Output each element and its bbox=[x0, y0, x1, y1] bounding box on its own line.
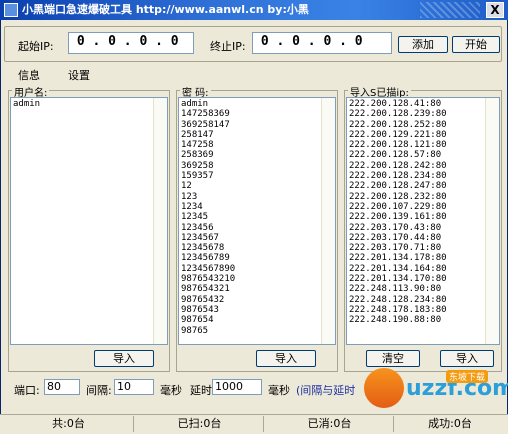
scanned-ip-list-item[interactable]: 222.200.128.234:80 bbox=[349, 171, 447, 181]
clear-button[interactable]: 清空 bbox=[366, 350, 420, 367]
username-list-item[interactable]: admin bbox=[13, 99, 40, 109]
scanned-ip-list-item[interactable]: 222.203.170.71:80 bbox=[349, 243, 447, 253]
delay-unit: 毫秒 bbox=[268, 384, 290, 397]
status-success: 成功:0台 bbox=[428, 417, 472, 430]
password-list-item[interactable]: 12345678 bbox=[181, 243, 235, 253]
app-icon bbox=[4, 3, 18, 17]
status-scanned: 已扫:0台 bbox=[136, 416, 264, 432]
username-scrollbar[interactable] bbox=[153, 98, 167, 344]
password-list-item[interactable]: 12 bbox=[181, 181, 235, 191]
start-button[interactable]: 开始 bbox=[452, 36, 500, 53]
menu-info[interactable]: 信息 bbox=[18, 67, 40, 83]
password-list-item[interactable]: 258369 bbox=[181, 150, 235, 160]
password-list-item[interactable]: 258147 bbox=[181, 130, 235, 140]
port-input[interactable]: 80 bbox=[44, 379, 80, 395]
password-list-item[interactable]: 123456 bbox=[181, 223, 235, 233]
password-list-item[interactable]: 98765432 bbox=[181, 295, 235, 305]
username-import-button[interactable]: 导入 bbox=[94, 350, 154, 367]
password-scrollbar[interactable] bbox=[321, 98, 335, 344]
status-total: 共:0台 bbox=[4, 416, 134, 432]
end-ip-field[interactable]: 0 . 0 . 0 . 0 bbox=[252, 32, 392, 54]
scanned-ip-list-item[interactable]: 222.248.190.88:80 bbox=[349, 315, 447, 325]
password-list-item[interactable]: 123 bbox=[181, 192, 235, 202]
password-list-item[interactable]: 987654 bbox=[181, 315, 235, 325]
port-label: 端口: bbox=[14, 384, 40, 397]
password-list-item[interactable]: 147258369 bbox=[181, 109, 235, 119]
delay-input[interactable]: 1000 bbox=[212, 379, 262, 395]
password-list-item[interactable]: 1234567890 bbox=[181, 264, 235, 274]
password-list-item[interactable]: 147258 bbox=[181, 140, 235, 150]
password-list-item[interactable]: 369258 bbox=[181, 161, 235, 171]
scanned-ip-list-item[interactable]: 222.248.113.90:80 bbox=[349, 284, 447, 294]
scanned-ip-list-item[interactable]: 222.200.128.57:80 bbox=[349, 150, 447, 160]
scanned-ip-list-item[interactable]: 222.200.128.232:80 bbox=[349, 192, 447, 202]
scanned-ip-list-item[interactable]: 222.201.134.178:80 bbox=[349, 253, 447, 263]
menu-settings[interactable]: 设置 bbox=[68, 67, 90, 83]
end-ip-label: 终止IP: bbox=[210, 40, 246, 53]
watermark-logo bbox=[364, 368, 404, 408]
scanned-ip-list-item[interactable]: 222.203.170.44:80 bbox=[349, 233, 447, 243]
scanned-ip-import-button[interactable]: 导入 bbox=[440, 350, 494, 367]
password-list-item[interactable]: admin bbox=[181, 99, 235, 109]
add-button[interactable]: 添加 bbox=[398, 36, 448, 53]
interval-unit: 毫秒 bbox=[160, 384, 182, 397]
scanned-ip-list-item[interactable]: 222.200.128.252:80 bbox=[349, 120, 447, 130]
interval-delay-note: (间隔与延时 bbox=[296, 384, 356, 397]
password-list[interactable]: admin 147258369 369258147 258147 147258 25836… bbox=[178, 97, 336, 345]
window-title: 小黑端口急速爆破工具 http://www.aanwl.cn by:小黑 bbox=[22, 3, 309, 16]
scanned-ip-list[interactable]: 222.200.128.41:80 222.200.128.239:80 222.2… bbox=[346, 97, 500, 345]
scanned-ip-list-item[interactable]: 222.200.128.121:80 bbox=[349, 140, 447, 150]
scanned-ip-list-item[interactable]: 222.200.128.41:80 bbox=[349, 99, 447, 109]
scanned-ip-list-item[interactable]: 222.200.128.247:80 bbox=[349, 181, 447, 191]
scanned-ip-list-item[interactable]: 222.248.128.234:80 bbox=[349, 295, 447, 305]
close-button[interactable]: X bbox=[486, 2, 504, 18]
scanned-ip-list-item[interactable]: 222.201.134.170:80 bbox=[349, 274, 447, 284]
password-list-item[interactable]: 9876543 bbox=[181, 305, 235, 315]
scanned-ip-list-item[interactable]: 222.203.170.43:80 bbox=[349, 223, 447, 233]
scanned-ip-list-item[interactable]: 222.200.139.161:80 bbox=[349, 212, 447, 222]
password-import-button[interactable]: 导入 bbox=[256, 350, 316, 367]
scanned-ip-list-item[interactable]: 222.200.128.239:80 bbox=[349, 109, 447, 119]
password-list-item[interactable]: 159357 bbox=[181, 171, 235, 181]
scanned-ip-list-item[interactable]: 222.200.107.229:80 bbox=[349, 202, 447, 212]
password-list-item[interactable]: 9876543210 bbox=[181, 274, 235, 284]
password-list-item[interactable]: 1234 bbox=[181, 202, 235, 212]
password-list-item[interactable]: 987654321 bbox=[181, 284, 235, 294]
close-icon: X bbox=[490, 3, 500, 17]
interval-input[interactable]: 10 bbox=[114, 379, 154, 395]
interval-label: 间隔: bbox=[86, 384, 112, 397]
start-ip-field[interactable]: 0 . 0 . 0 . 0 bbox=[68, 32, 194, 54]
password-list-item[interactable]: 12345 bbox=[181, 212, 235, 222]
scanned-ip-list-item[interactable]: 222.201.134.164:80 bbox=[349, 264, 447, 274]
scanned-ip-list-item[interactable]: 222.248.178.183:80 bbox=[349, 305, 447, 315]
scanned-ip-list-item[interactable]: 222.200.129.221:80 bbox=[349, 130, 447, 140]
password-list-item[interactable]: 1234567 bbox=[181, 233, 235, 243]
password-list-item[interactable]: 369258147 bbox=[181, 120, 235, 130]
watermark-badge: 东坡下载 bbox=[446, 370, 489, 383]
password-list-item[interactable]: 98765 bbox=[181, 326, 235, 336]
start-ip-label: 起始IP: bbox=[18, 40, 54, 53]
scanned-ip-list-item[interactable]: 222.200.128.242:80 bbox=[349, 161, 447, 171]
titlebar-pattern bbox=[420, 2, 480, 18]
username-list[interactable]: admin bbox=[10, 97, 168, 345]
password-list-item[interactable]: 123456789 bbox=[181, 253, 235, 263]
status-used: 已消:0台 bbox=[266, 416, 394, 432]
scanned-ip-scrollbar[interactable] bbox=[485, 98, 499, 344]
